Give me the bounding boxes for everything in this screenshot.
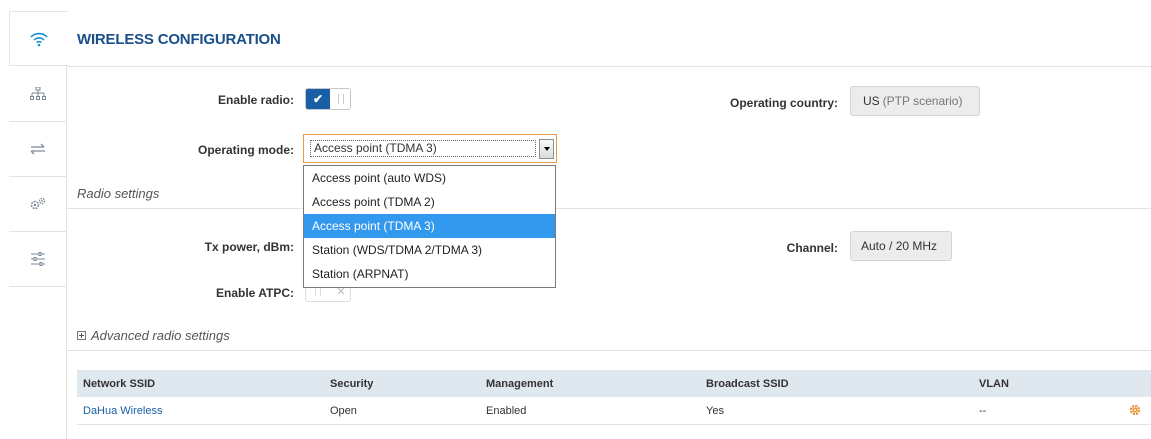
- col-header-security: Security: [330, 377, 374, 390]
- enable-radio-label: Enable radio:: [217, 93, 294, 107]
- operating-country-note: (PTP scenario): [882, 94, 963, 108]
- operating-mode-option[interactable]: Station (ARPNAT): [304, 262, 555, 286]
- col-header-vlan: VLAN: [979, 377, 1009, 390]
- network-tree-icon: [30, 87, 46, 100]
- operating-mode-option[interactable]: Station (WDS/TDMA 2/TDMA 3): [304, 238, 555, 262]
- operating-country-label: Operating country:: [729, 96, 838, 110]
- table-row: DaHua Wireless Open Enabled Yes --: [77, 397, 1151, 425]
- col-header-broadcast: Broadcast SSID: [706, 377, 789, 390]
- cell-vlan: --: [979, 404, 987, 417]
- sidebar-item-settings[interactable]: [9, 232, 67, 287]
- channel-value[interactable]: Auto / 20 MHz: [850, 231, 952, 261]
- page-title: WIRELESS CONFIGURATION: [77, 31, 281, 48]
- wifi-icon: [30, 32, 48, 46]
- cell-management: Enabled: [486, 404, 527, 417]
- tx-power-label: Tx power, dBm:: [204, 240, 294, 254]
- operating-mode-label: Operating mode:: [197, 143, 294, 157]
- gears-icon: [30, 197, 46, 210]
- advanced-settings-toggle[interactable]: Advanced radio settings: [77, 328, 230, 343]
- cell-security: Open: [330, 404, 357, 417]
- radio-settings-divider: [67, 208, 1151, 209]
- sidebar-item-transfer[interactable]: [9, 122, 67, 177]
- operating-mode-value: Access point (TDMA 3): [310, 140, 536, 157]
- network-table: Network SSID Security Management Broadca…: [77, 370, 1151, 425]
- sliders-icon: [31, 252, 45, 266]
- operating-mode-option[interactable]: Access point (auto WDS): [304, 166, 555, 190]
- operating-mode-options: Access point (auto WDS) Access point (TD…: [303, 165, 556, 288]
- toggle-grip: [338, 94, 344, 104]
- sidebar: [9, 11, 68, 439]
- advanced-settings-divider: [67, 350, 1151, 351]
- transfer-arrows-icon: [30, 143, 45, 155]
- sidebar-item-services[interactable]: [9, 177, 67, 232]
- cell-broadcast: Yes: [706, 404, 724, 417]
- operating-country-value[interactable]: US (PTP scenario): [850, 86, 980, 116]
- title-divider: [67, 66, 1151, 67]
- channel-label: Channel:: [786, 241, 838, 255]
- gear-icon[interactable]: [1129, 404, 1141, 416]
- operating-country-code: US: [863, 94, 880, 108]
- ssid-link[interactable]: DaHua Wireless: [83, 405, 162, 417]
- sidebar-item-network[interactable]: [9, 67, 67, 122]
- table-header: Network SSID Security Management Broadca…: [77, 370, 1151, 397]
- operating-mode-option[interactable]: Access point (TDMA 2): [304, 190, 555, 214]
- enable-radio-toggle[interactable]: ✔: [305, 88, 351, 110]
- expand-plus-icon: [77, 331, 86, 340]
- check-icon: ✔: [306, 89, 330, 109]
- operating-mode-select[interactable]: Access point (TDMA 3): [303, 134, 557, 163]
- chevron-down-icon[interactable]: [539, 139, 554, 159]
- advanced-settings-heading: Advanced radio settings: [91, 328, 230, 343]
- radio-settings-heading: Radio settings: [77, 186, 160, 201]
- operating-mode-option-selected[interactable]: Access point (TDMA 3): [304, 214, 555, 238]
- enable-atpc-label: Enable ATPC:: [215, 286, 294, 300]
- col-header-management: Management: [486, 377, 554, 390]
- sidebar-item-wireless[interactable]: [9, 11, 68, 66]
- col-header-ssid: Network SSID: [83, 377, 156, 390]
